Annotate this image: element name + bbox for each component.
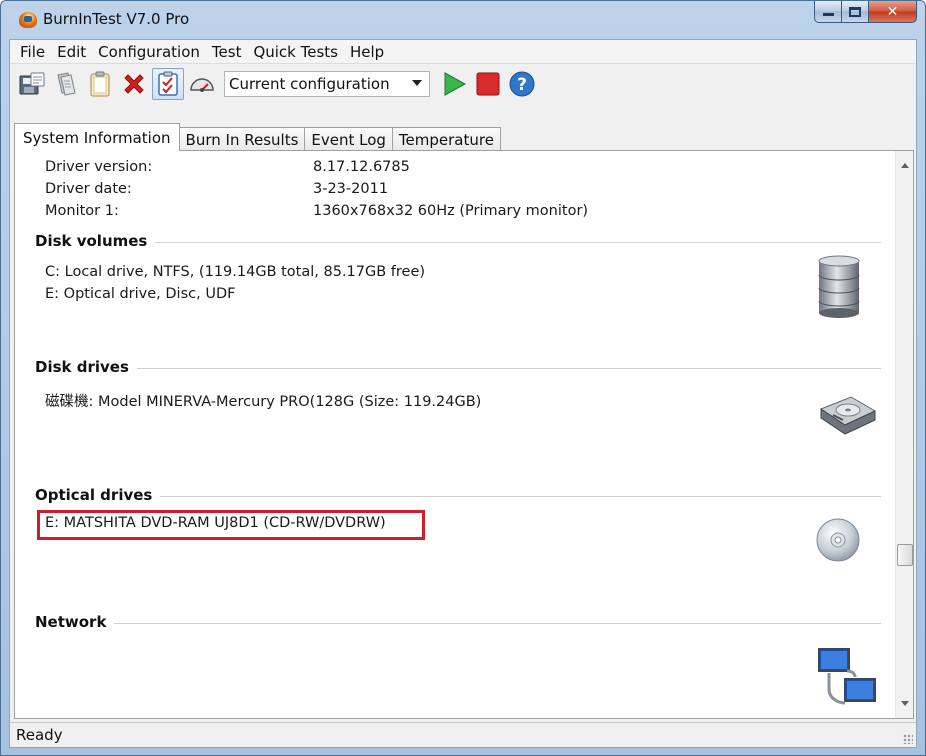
play-icon (444, 72, 467, 96)
maximize-button[interactable] (842, 1, 869, 23)
status-text: Ready (16, 726, 63, 744)
tab-system-information[interactable]: System Information (14, 123, 180, 151)
minimize-icon (822, 13, 834, 16)
checklist-button[interactable] (152, 68, 184, 100)
scrollbar-thumb[interactable] (897, 544, 913, 566)
menu-help[interactable]: Help (344, 43, 390, 61)
driver-date-value: 3-23-2011 (313, 181, 389, 197)
stop-icon (476, 72, 500, 96)
window-title: BurnInTest V7.0 Pro (43, 10, 190, 28)
disk-volume-e: E: Optical drive, Disc, UDF (45, 286, 236, 302)
menu-quick-tests[interactable]: Quick Tests (247, 43, 344, 61)
disk-drives-heading: Disk drives (35, 358, 137, 376)
section-divider (35, 368, 881, 369)
tab-event-log[interactable]: Event Log (304, 127, 393, 151)
help-button[interactable]: ? (506, 68, 538, 100)
start-test-button[interactable] (438, 68, 470, 100)
gauge-icon (190, 78, 214, 92)
section-divider (35, 242, 881, 243)
app-icon (19, 12, 37, 28)
clipboard-button[interactable] (84, 68, 116, 100)
configuration-select-value: Current configuration (229, 75, 390, 93)
network-icon (818, 648, 876, 705)
scroll-up-icon[interactable] (901, 163, 909, 168)
checklist-icon (158, 71, 178, 96)
driver-date-label: Driver date: (45, 181, 132, 197)
status-bar: Ready (10, 722, 916, 747)
network-heading: Network (35, 613, 115, 631)
stop-test-button[interactable] (472, 68, 504, 100)
section-divider (35, 623, 881, 624)
menu-edit[interactable]: Edit (51, 43, 92, 61)
tab-burn-in-results[interactable]: Burn In Results (178, 127, 306, 151)
optical-disc-icon (816, 518, 860, 562)
title-bar[interactable]: BurnInTest V7.0 Pro ✕ (1, 1, 925, 39)
system-information-panel: Driver version: 8.17.12.6785 Driver date… (14, 150, 914, 719)
toolbar: Current configuration ? (10, 65, 916, 103)
maximize-icon (849, 6, 861, 17)
help-icon: ? (509, 71, 535, 97)
disk-drive-model: 磁碟機: Model MINERVA-Mercury PRO(128G (Siz… (45, 394, 482, 410)
save-results-icon (19, 72, 45, 95)
section-divider (35, 496, 881, 497)
optical-drives-heading: Optical drives (35, 486, 161, 504)
driver-version-label: Driver version: (45, 159, 153, 175)
menu-test[interactable]: Test (206, 43, 248, 61)
menu-configuration[interactable]: Configuration (92, 43, 206, 61)
menu-bar: File Edit Configuration Test Quick Tests… (10, 40, 916, 64)
close-button[interactable]: ✕ (869, 1, 917, 23)
disk-volumes-heading: Disk volumes (35, 232, 156, 250)
benchmark-button[interactable] (186, 68, 218, 100)
database-icon (818, 255, 860, 318)
scroll-down-icon[interactable] (901, 701, 909, 706)
copy-icon (57, 72, 76, 96)
vertical-scrollbar[interactable] (895, 151, 913, 718)
save-results-button[interactable] (16, 68, 48, 100)
optical-drive-model: E: MATSHITA DVD-RAM UJ8D1 (CD-RW/DVDRW) (45, 515, 386, 531)
hard-drive-icon (819, 396, 877, 435)
configuration-select[interactable]: Current configuration (224, 71, 430, 97)
monitor-label: Monitor 1: (45, 203, 119, 219)
chevron-down-icon (412, 80, 422, 86)
disk-volume-c: C: Local drive, NTFS, (119.14GB total, 8… (45, 264, 426, 280)
clipboard-icon (90, 71, 110, 97)
app-window: BurnInTest V7.0 Pro ✕ File Edit Configur… (0, 0, 926, 756)
tab-strip: System Information Burn In Results Event… (14, 123, 501, 151)
svg-text:?: ? (517, 75, 527, 95)
delete-icon (124, 74, 144, 94)
window-controls: ✕ (814, 1, 917, 23)
delete-button[interactable] (118, 68, 150, 100)
driver-version-value: 8.17.12.6785 (313, 159, 410, 175)
tab-temperature[interactable]: Temperature (391, 127, 501, 151)
resize-grip-icon[interactable] (903, 734, 913, 744)
minimize-button[interactable] (814, 1, 842, 23)
close-icon: ✕ (886, 3, 899, 20)
menu-file[interactable]: File (14, 43, 51, 61)
monitor-value: 1360x768x32 60Hz (Primary monitor) (313, 203, 589, 219)
client-area: File Edit Configuration Test Quick Tests… (9, 39, 917, 748)
copy-button[interactable] (50, 68, 82, 100)
